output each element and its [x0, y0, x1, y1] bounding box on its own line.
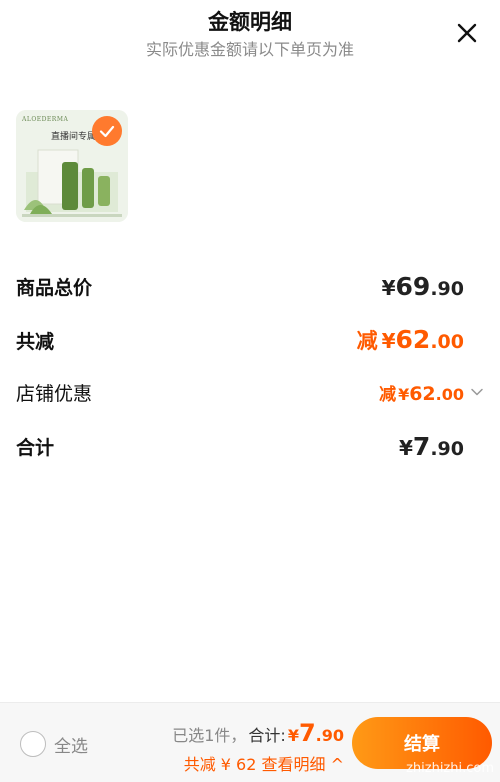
total-discount-label: 共减	[16, 330, 55, 353]
subtotal-label: 合计	[16, 436, 55, 459]
chevron-down-icon[interactable]	[470, 385, 484, 399]
select-all-toggle[interactable]: 全选	[20, 731, 88, 757]
close-button[interactable]	[452, 18, 482, 48]
page-title: 金额明细	[208, 10, 292, 34]
total-discount-row: 共减 减 ¥62.00	[16, 320, 464, 360]
promo-tag: 直播间专属	[51, 132, 97, 142]
subtotal-row: 合计 ¥7.90	[16, 426, 464, 466]
subtotal-amount: ¥7.90	[399, 431, 464, 461]
selected-count: 已选1件，	[172, 726, 247, 745]
goods-total-row: 商品总价 ¥69.90	[16, 266, 464, 306]
check-icon	[99, 125, 115, 138]
checkout-bar: 全选 已选1件， 合计: ¥7.90 共减 ¥ 62 查看明细 ^ 结算 zhi…	[0, 702, 500, 782]
selected-badge[interactable]	[92, 116, 122, 146]
close-icon[interactable]	[452, 18, 482, 48]
store-discount-amount: 减 ¥62.00	[379, 382, 464, 405]
header: 金额明细 实际优惠金额请以下单页为准	[0, 0, 500, 70]
view-detail-link[interactable]: 共减 ¥ 62 查看明细 ^	[184, 751, 344, 775]
select-all-label: 全选	[54, 736, 88, 757]
total-discount-amount: 减 ¥62.00	[356, 325, 464, 354]
brand-logo: ALOEDERMA	[22, 116, 69, 123]
store-discount-label: 店铺优惠	[16, 382, 93, 405]
select-all-radio[interactable]	[20, 731, 46, 757]
total-label: 合计:	[248, 726, 286, 745]
goods-total-amount: ¥69.90	[381, 271, 464, 301]
order-summary: 已选1件， 合计: ¥7.90	[172, 719, 344, 747]
watermark: zhizhizhi.com	[406, 761, 494, 776]
page-subtitle: 实际优惠金额请以下单页为准	[145, 40, 354, 59]
goods-total-label: 商品总价	[16, 276, 93, 299]
store-discount-row[interactable]: 店铺优惠 减 ¥62.00	[16, 372, 464, 412]
total-amount: ¥7.90	[287, 719, 344, 747]
